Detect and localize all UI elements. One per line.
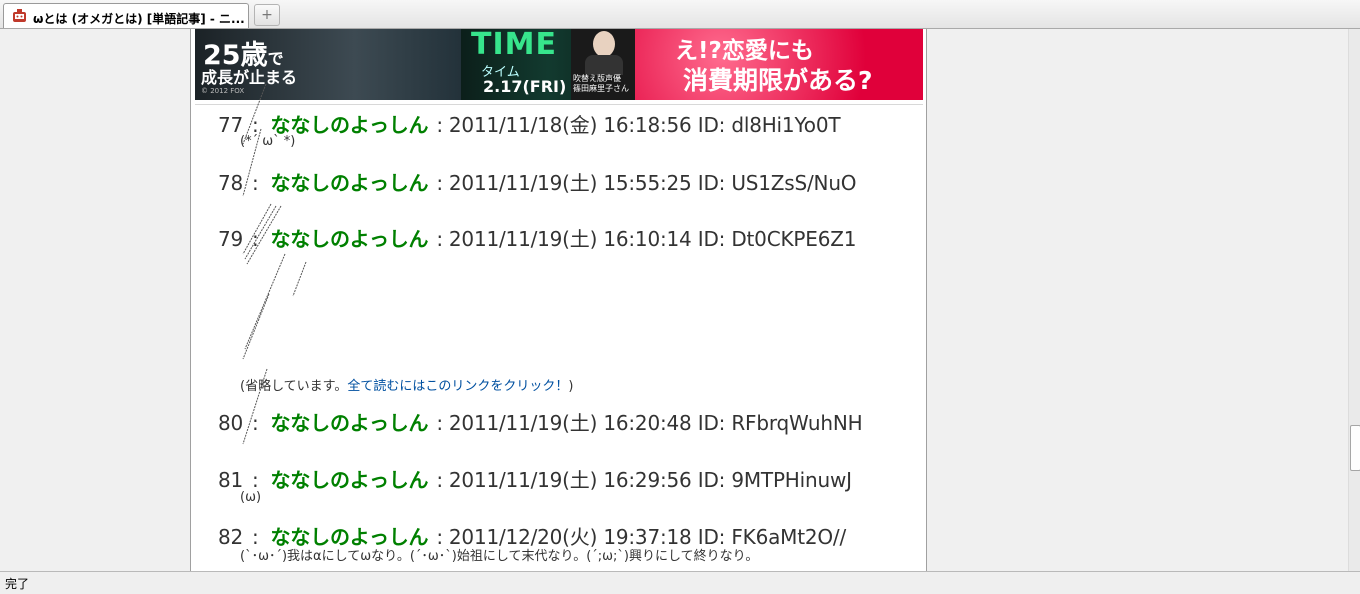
content-viewport: 25歳で 成長が止まる © 2012 FOX TIME タイム 2.17(FRI…: [0, 29, 1348, 571]
post-id: ID: RFbrqWuhNH: [697, 411, 863, 435]
poster-name: ななしのよっしん: [270, 171, 429, 195]
omitted-note: (省略しています。: [240, 379, 348, 394]
tab-bar: ωとは (オメガとは) [単語記事] - ニ... +: [0, 0, 1360, 29]
poster-name: ななしのよっしん: [270, 227, 429, 251]
post-body: (*´ ω` *): [240, 134, 296, 149]
post-datetime: 2011/11/19(土) 15:55:25: [448, 171, 692, 195]
post-number[interactable]: 78: [218, 171, 244, 195]
poster-name: ななしのよっしん: [270, 468, 429, 492]
post-datetime: 2011/11/18(金) 16:18:56: [448, 113, 692, 137]
post-header: 81: ななしのよっしん:2011/11/19(土) 16:29:56 ID: 9…: [218, 468, 852, 492]
post-datetime: 2011/11/19(土) 16:29:56: [448, 468, 692, 492]
post-datetime: 2011/11/19(土) 16:20:48: [448, 411, 692, 435]
post-number[interactable]: 79: [218, 227, 244, 251]
banner-right: え!?恋愛にも 消費期限がある?: [635, 29, 923, 100]
post-header: 77: ななしのよっしん:2011/11/18(金) 16:18:56 ID: d…: [218, 113, 841, 137]
post-number[interactable]: 80: [218, 411, 244, 435]
post-body: (`･ω･´)我はαにしてωなり。(´･ω･`)始祖にして末代なり。(´;ω;`…: [240, 549, 759, 564]
status-text: 完了: [5, 577, 30, 591]
post-number[interactable]: 81: [218, 468, 244, 492]
banner-question1: え!?恋愛にも: [675, 38, 814, 64]
banner-time: TIME: [471, 29, 557, 62]
tab-title: ωとは (オメガとは) [単語記事] - ニ...: [33, 12, 245, 26]
scrollbar-thumb[interactable]: [1350, 425, 1360, 471]
post-header: 80: ななしのよっしん:2011/11/19(土) 16:20:48 ID: R…: [218, 411, 863, 435]
status-bar: 完了: [0, 571, 1360, 594]
banner-date: 2.17(FRI): [483, 77, 567, 96]
post-id: ID: dl8Hi1Yo0T: [697, 113, 841, 137]
new-tab-button[interactable]: +: [254, 4, 280, 26]
banner-voice-line1: 吹替え版声優: [573, 74, 621, 83]
post-id: ID: 9MTPHinuwJ: [697, 468, 852, 492]
poster-name: ななしのよっしん: [270, 411, 429, 435]
banner-middle: TIME タイム 2.17(FRI) 吹替え版声優 篠田麻里子さん: [461, 29, 635, 100]
post-body: (省略しています。全て読むにはこのリンクをクリック！): [240, 375, 573, 394]
article-page: 25歳で 成長が止まる © 2012 FOX TIME タイム 2.17(FRI…: [190, 29, 927, 571]
banner-voice-line2: 篠田麻里子さん: [573, 84, 629, 93]
post-header: 78: ななしのよっしん:2011/11/19(土) 15:55:25 ID: U…: [218, 171, 857, 195]
post-body: (ω): [240, 490, 262, 505]
post-header: 79: ななしのよっしん:2011/11/19(土) 16:10:14 ID: D…: [218, 227, 857, 251]
vertical-scrollbar[interactable]: [1348, 29, 1360, 571]
post-datetime: 2011/11/19(土) 16:10:14: [448, 227, 692, 251]
read-all-link[interactable]: 全て読むにはこのリンクをクリック！: [347, 379, 568, 394]
post-id: ID: US1ZsS/NuO: [697, 171, 857, 195]
robot-icon: [13, 9, 26, 22]
banner-actor-photo: 吹替え版声優 篠田麻里子さん: [571, 29, 635, 100]
omitted-note-end: ): [568, 379, 574, 394]
tab-active[interactable]: ωとは (オメガとは) [単語記事] - ニ...: [3, 3, 249, 28]
banner-question2: 消費期限がある?: [683, 66, 873, 95]
post-id: ID: Dt0CKPE6Z1: [697, 227, 857, 251]
plus-icon: +: [261, 7, 273, 23]
